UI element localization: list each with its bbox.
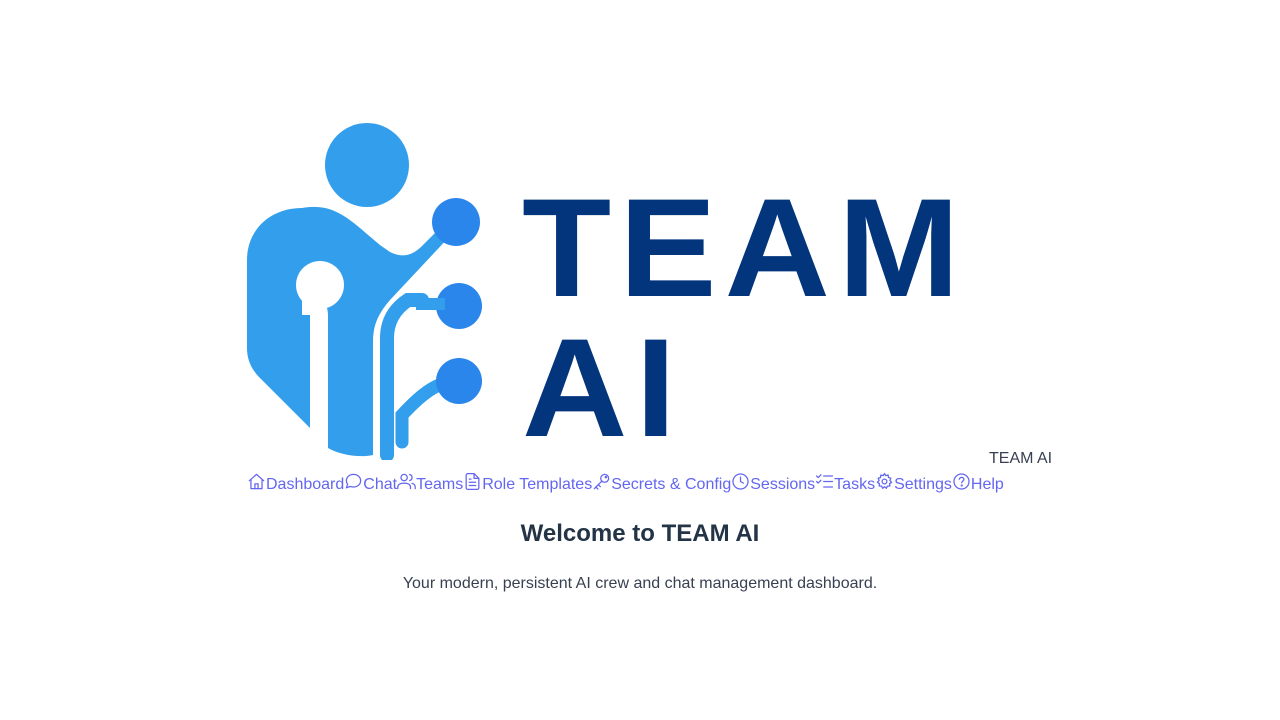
nav-link-sessions[interactable]: Sessions: [731, 472, 815, 498]
logo-wordmark-line1: TEAM: [522, 169, 968, 326]
nav-label-role-templates: Role Templates: [482, 476, 593, 493]
logo-alt-text: TEAM AI: [989, 450, 1053, 467]
nav-label-settings: Settings: [894, 476, 952, 493]
gear-icon: [875, 472, 894, 491]
nav-label-secrets-config: Secrets & Config: [611, 476, 732, 493]
users-icon: [397, 472, 416, 491]
checklist-icon: [815, 472, 834, 491]
nav-link-teams[interactable]: Teams: [397, 472, 463, 498]
key-icon: [592, 472, 611, 491]
nav-link-tasks[interactable]: Tasks: [815, 472, 875, 498]
nav-link-role-templates[interactable]: Role Templates: [463, 472, 592, 498]
nav-label-help: Help: [970, 476, 1004, 493]
nav-label-chat: Chat: [363, 476, 398, 493]
team-ai-logo: TEAM AI: [240, 110, 980, 460]
page: TEAM AI TEAM AI Dashboard Chat Teams Rol…: [0, 0, 1280, 720]
chat-bubble-icon: [344, 472, 363, 491]
clock-icon: [731, 472, 750, 491]
nav-label-dashboard: Dashboard: [266, 476, 345, 493]
home-icon: [247, 472, 266, 491]
page-title: Welcome to TEAM AI: [520, 520, 760, 547]
help-circle-icon: [952, 472, 971, 491]
nav-link-secrets-config[interactable]: Secrets & Config: [592, 472, 731, 498]
nav-label-teams: Teams: [416, 476, 464, 493]
nav-link-dashboard[interactable]: Dashboard: [247, 472, 344, 498]
logo-wordmark-line2: AI: [522, 309, 684, 466]
nav-link-chat[interactable]: Chat: [344, 472, 397, 498]
nav-link-settings[interactable]: Settings: [875, 472, 952, 498]
nav-label-tasks: Tasks: [834, 476, 876, 493]
nav-label-sessions: Sessions: [750, 476, 816, 493]
nav-link-help[interactable]: Help: [952, 472, 1004, 498]
main-nav: Dashboard Chat Teams Role Templates Secr…: [247, 472, 1004, 498]
page-subtitle: Your modern, persistent AI crew and chat…: [402, 575, 878, 592]
document-icon: [463, 472, 482, 491]
